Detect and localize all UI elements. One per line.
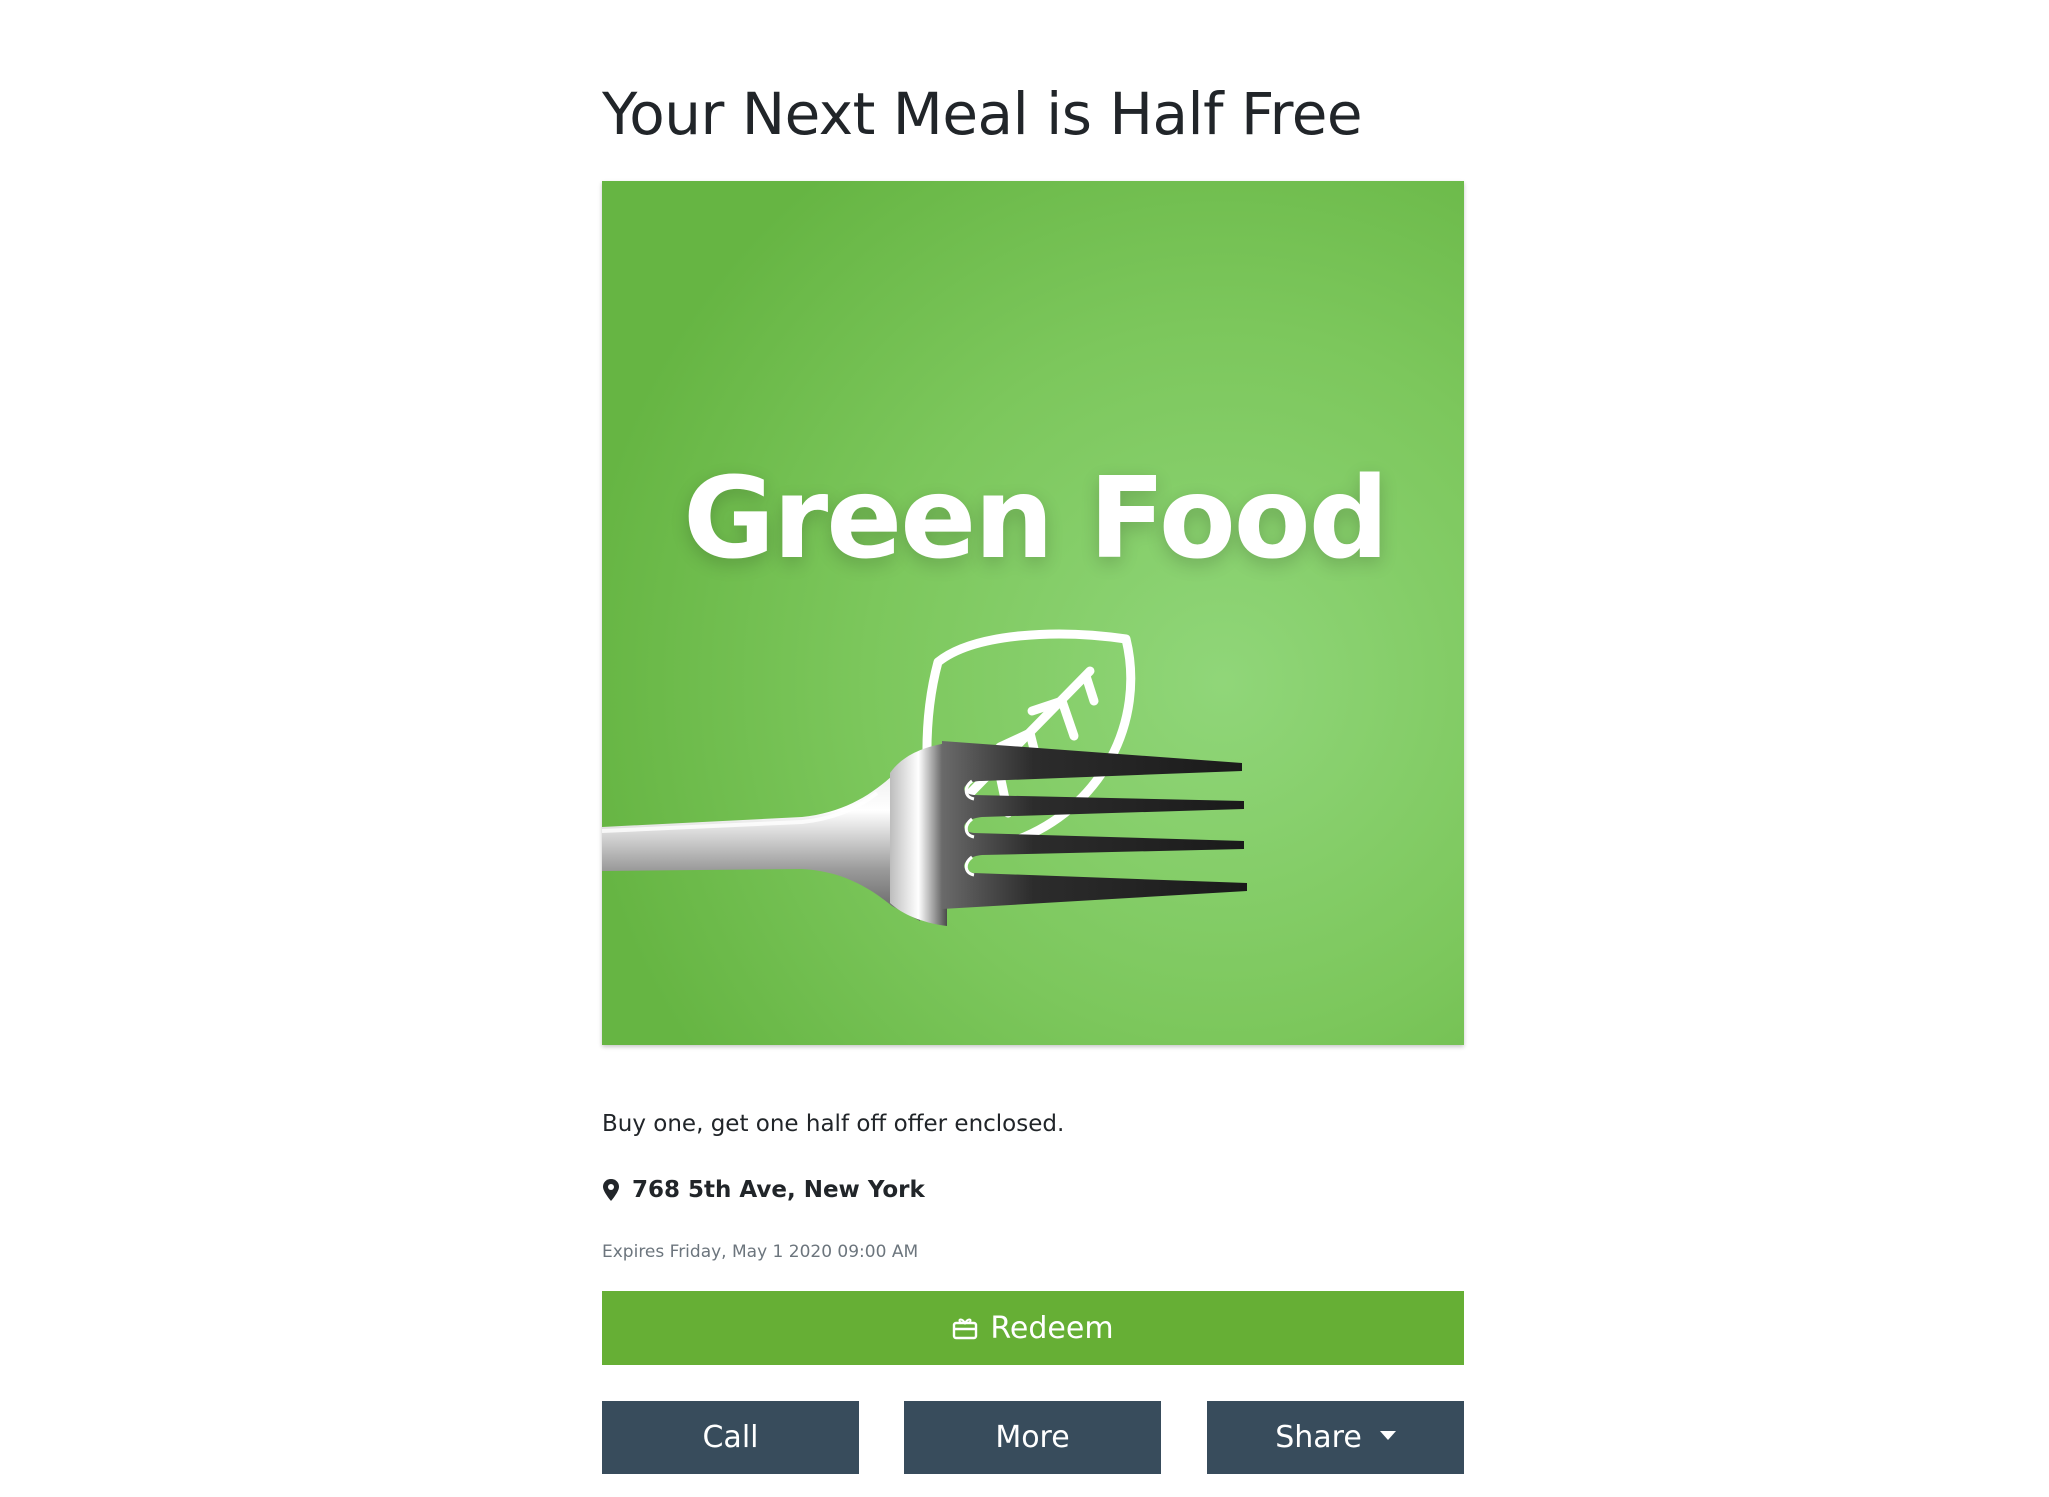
more-button[interactable]: More: [904, 1401, 1161, 1474]
offer-address: 768 5th Ave, New York: [602, 1174, 925, 1206]
page-title: Your Next Meal is Half Free: [602, 80, 1363, 148]
more-label: More: [995, 1420, 1070, 1455]
share-label: Share: [1275, 1420, 1362, 1455]
redeem-label: Redeem: [990, 1310, 1114, 1346]
offer-description: Buy one, get one half off offer enclosed…: [602, 1111, 1065, 1137]
hero-image: Green Food: [602, 181, 1464, 1045]
address-text: 768 5th Ave, New York: [632, 1177, 925, 1203]
call-button[interactable]: Call: [602, 1401, 859, 1474]
share-dropdown-button[interactable]: Share: [1207, 1401, 1464, 1474]
hero-image-graphic: [602, 181, 1464, 1045]
expiry-date: Expires Friday, May 1 2020 09:00 AM: [602, 1242, 919, 1262]
hero-logo-text: Green Food: [683, 454, 1389, 584]
caret-down-icon: [1379, 1431, 1396, 1440]
call-label: Call: [702, 1420, 759, 1455]
redeem-button[interactable]: Redeem: [602, 1291, 1464, 1365]
gift-card-icon: [953, 1318, 978, 1340]
map-pin-icon: [603, 1179, 619, 1201]
